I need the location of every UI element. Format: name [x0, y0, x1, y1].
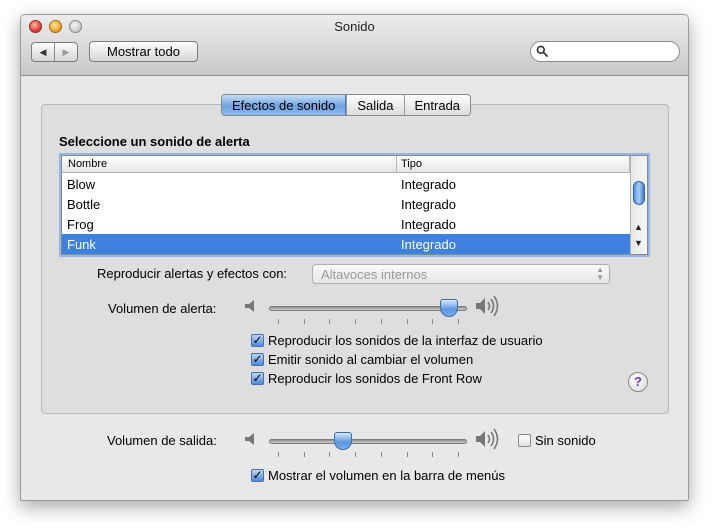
slider-tick: [329, 452, 330, 457]
show-volume-in-menu-bar-checkbox[interactable]: ✓ Mostrar el volumen en la barra de menú…: [251, 468, 505, 483]
speaker-high-icon: [476, 428, 499, 450]
slider-tick: [304, 452, 305, 457]
checkbox-check-icon[interactable]: ✓: [251, 372, 264, 385]
alert-volume-slider[interactable]: [269, 299, 467, 329]
scroll-up-arrow-icon[interactable]: ▲: [634, 222, 643, 232]
slider-tick: [329, 319, 330, 324]
mute-checkbox[interactable]: Sin sonido: [518, 433, 596, 448]
slider-tick: [458, 319, 459, 324]
play-through-value: Altavoces internos: [321, 267, 428, 282]
scrollbar-thumb[interactable]: [633, 181, 645, 205]
speaker-high-icon: [476, 295, 499, 317]
back-arrow-icon: ◀: [39, 46, 47, 57]
slider-tick: [407, 319, 408, 324]
checkbox-empty-icon[interactable]: [518, 434, 531, 447]
search-field[interactable]: [530, 41, 680, 62]
table-row-selected[interactable]: Funk Integrado: [62, 234, 630, 254]
play-through-label: Reproducir alertas y efectos con:: [97, 266, 288, 281]
window-title: Sonido: [334, 19, 375, 34]
alert-sound-section-label: Seleccione un sonido de alerta: [59, 134, 250, 149]
forward-button[interactable]: ▶: [54, 43, 77, 61]
popup-arrows-icon: ▲ ▼: [596, 265, 604, 282]
speaker-low-icon: [245, 433, 254, 445]
sound-type: Integrado: [401, 197, 456, 212]
sound-type: Integrado: [401, 237, 456, 252]
alert-sound-list[interactable]: Nombre Tipo Blow Integrado Bottle Integr…: [61, 155, 648, 255]
tab-input[interactable]: Entrada: [403, 95, 471, 115]
scroll-down-arrow-icon[interactable]: ▼: [634, 238, 643, 248]
nav-segmented-control: ◀ ▶: [31, 42, 78, 62]
slider-track[interactable]: [269, 306, 467, 311]
checkbox-label: Sin sonido: [535, 433, 596, 448]
checkbox-label: Emitir sonido al cambiar el volumen: [268, 352, 474, 367]
slider-tick: [278, 319, 279, 324]
play-through-popup[interactable]: Altavoces internos ▲ ▼: [312, 264, 610, 284]
sound-name: Bottle: [67, 197, 101, 212]
output-volume-slider[interactable]: [269, 432, 467, 462]
slider-tick: [355, 452, 356, 457]
slider-tick: [355, 319, 356, 324]
sound-name: Frog: [67, 217, 94, 232]
slider-knob[interactable]: [334, 432, 352, 450]
search-icon: [536, 45, 548, 57]
checkbox-check-icon[interactable]: ✓: [251, 469, 264, 482]
sound-name: Blow: [67, 177, 96, 192]
slider-ticks: [269, 452, 467, 458]
table-row[interactable]: Bottle Integrado: [62, 194, 630, 214]
speaker-low-icon: [245, 300, 254, 312]
alert-volume-label: Volumen de alerta:: [108, 301, 217, 316]
front-row-sounds-checkbox[interactable]: ✓ Reproducir los sonidos de Front Row: [251, 371, 482, 386]
slider-tick: [432, 319, 433, 324]
sound-type: Integrado: [401, 177, 456, 192]
tab-content-panel: [41, 104, 669, 414]
back-button[interactable]: ◀: [32, 43, 54, 61]
checkbox-check-icon[interactable]: ✓: [251, 334, 264, 347]
checkbox-label: Reproducir los sonidos de la interfaz de…: [268, 333, 543, 348]
tab-sound-effects[interactable]: Efectos de sonido: [222, 95, 347, 115]
ui-sounds-checkbox[interactable]: ✓ Reproducir los sonidos de la interfaz …: [251, 333, 543, 348]
search-input[interactable]: [551, 44, 671, 59]
slider-track[interactable]: [269, 439, 467, 444]
slider-knob[interactable]: [440, 299, 458, 317]
list-scrollbar[interactable]: ▲ ▼: [630, 156, 647, 254]
tab-output[interactable]: Salida: [346, 95, 403, 115]
slider-tick: [304, 319, 305, 324]
volume-feedback-checkbox[interactable]: ✓ Emitir sonido al cambiar el volumen: [251, 352, 473, 367]
table-row[interactable]: Blow Integrado: [62, 174, 630, 194]
slider-tick: [432, 452, 433, 457]
column-header-type[interactable]: Tipo: [401, 158, 422, 170]
column-divider: [396, 156, 397, 173]
checkbox-check-icon[interactable]: ✓: [251, 353, 264, 366]
forward-arrow-icon: ▶: [62, 46, 70, 57]
slider-tick: [278, 452, 279, 457]
tab-bar: Efectos de sonido Salida Entrada: [221, 94, 472, 116]
checkbox-label: Reproducir los sonidos de Front Row: [268, 371, 482, 386]
sound-preferences-window: Sonido ◀ ▶ Mostrar todo Efectos de sonid…: [20, 14, 689, 501]
output-volume-label: Volumen de salida:: [107, 433, 217, 448]
sound-type: Integrado: [401, 217, 456, 232]
table-row[interactable]: Frog Integrado: [62, 214, 630, 234]
title-bar[interactable]: Sonido ◀ ▶ Mostrar todo: [21, 15, 688, 76]
slider-tick: [381, 452, 382, 457]
sound-name: Funk: [67, 237, 96, 252]
slider-tick: [407, 452, 408, 457]
help-button[interactable]: ?: [628, 372, 648, 392]
list-header: Nombre Tipo: [62, 156, 630, 173]
checkbox-label: Mostrar el volumen en la barra de menús: [268, 468, 506, 483]
slider-tick: [458, 452, 459, 457]
show-all-button[interactable]: Mostrar todo: [89, 41, 198, 62]
slider-tick: [381, 319, 382, 324]
slider-ticks: [269, 319, 467, 325]
column-header-name[interactable]: Nombre: [68, 158, 107, 170]
